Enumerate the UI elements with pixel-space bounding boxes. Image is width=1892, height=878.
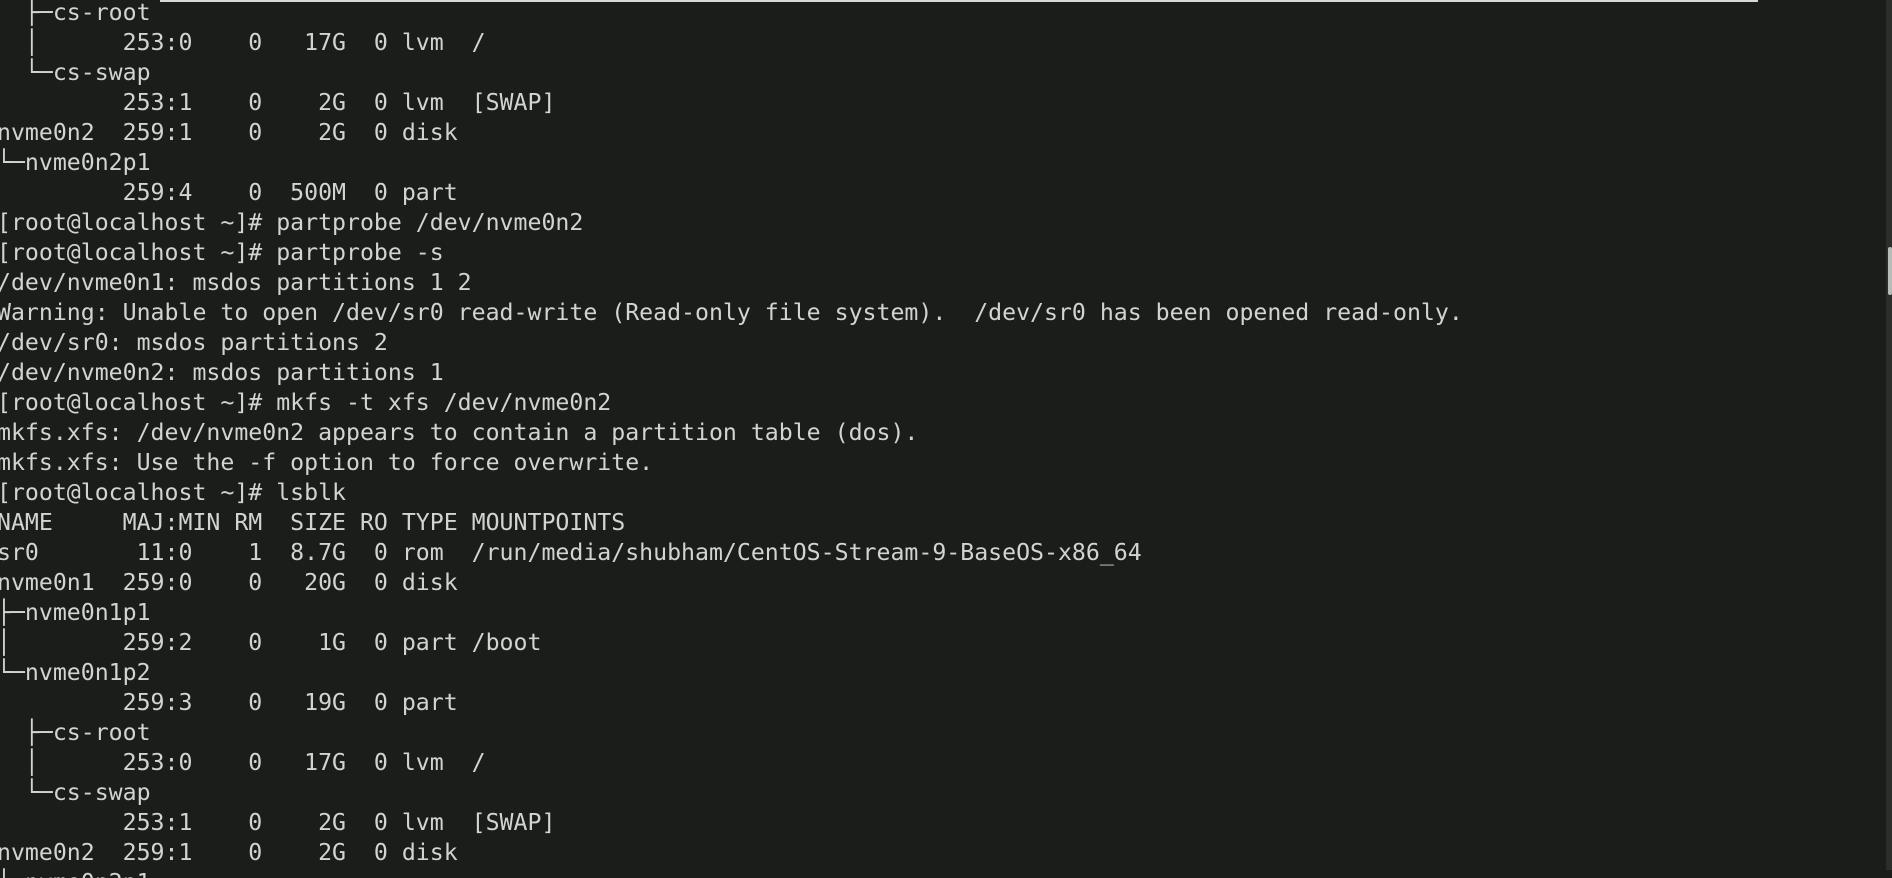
terminal-line: Warning: Unable to open /dev/sr0 read-wr… — [0, 299, 1463, 326]
terminal-line: mkfs.xfs: /dev/nvme0n2 appears to contai… — [0, 419, 919, 446]
terminal-line: 253:1 0 2G 0 lvm [SWAP] — [0, 809, 556, 836]
terminal-line: /dev/sr0: msdos partitions 2 — [0, 329, 388, 356]
terminal-line: │ 253:0 0 17G 0 lvm / — [0, 749, 486, 776]
scrollbar-thumb[interactable] — [1888, 247, 1892, 295]
terminal-line: └─cs-swap — [0, 779, 151, 806]
terminal-line: mkfs.xfs: Use the -f option to force ove… — [0, 449, 654, 476]
terminal-line: [root@localhost ~]# mkfs -t xfs /dev/nvm… — [0, 389, 612, 416]
terminal-line: sr0 11:0 1 8.7G 0 rom /run/media/shubham… — [0, 539, 1142, 566]
terminal-line: │ 259:2 0 1G 0 part /boot — [0, 629, 542, 656]
terminal-line: ├─cs-root — [0, 719, 151, 746]
terminal-line: 259:4 0 500M 0 part — [0, 179, 458, 206]
terminal-line: /dev/nvme0n2: msdos partitions 1 — [0, 359, 444, 386]
terminal-line: ├─cs-root — [0, 0, 151, 26]
terminal-line: └─nvme0n1p2 — [0, 659, 151, 686]
terminal-line: └─nvme0n2p1 — [0, 149, 151, 176]
selection-border — [160, 0, 1758, 2]
scrollbar[interactable] — [1886, 0, 1892, 870]
terminal-line: nvme0n2 259:1 0 2G 0 disk — [0, 839, 458, 866]
terminal-line: [root@localhost ~]# lsblk — [0, 479, 347, 506]
terminal-line: nvme0n1 259:0 0 20G 0 disk — [0, 569, 458, 596]
terminal-line: │ 253:0 0 17G 0 lvm / — [0, 29, 486, 56]
terminal-line: └─cs-swap — [0, 59, 151, 86]
terminal-line: [root@localhost ~]# partprobe /dev/nvme0… — [0, 209, 584, 236]
terminal-line: NAME MAJ:MIN RM SIZE RO TYPE MOUNTPOINTS — [0, 509, 626, 536]
terminal-line: 253:1 0 2G 0 lvm [SWAP] — [0, 89, 556, 116]
terminal-line: ├─nvme0n1p1 — [0, 599, 151, 626]
terminal-line: 259:3 0 19G 0 part — [0, 689, 458, 716]
terminal-line: [root@localhost ~]# partprobe -s — [0, 239, 444, 266]
terminal-line: /dev/nvme0n1: msdos partitions 1 2 — [0, 269, 472, 296]
terminal-output[interactable]: ├─cs-root │ 253:0 0 17G 0 lvm / └─cs-swa… — [0, 0, 1881, 878]
terminal-line: nvme0n2 259:1 0 2G 0 disk — [0, 119, 458, 146]
